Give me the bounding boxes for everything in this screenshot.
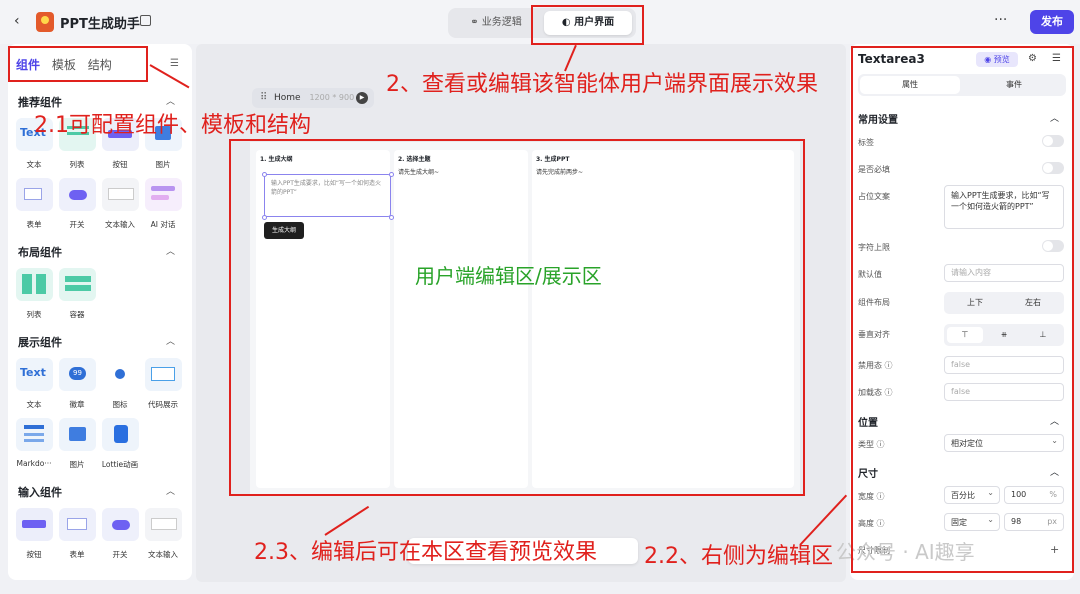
tile-label: 按钮 [26, 550, 42, 559]
annotation-preview: 2.3、编辑后可在本区查看预览效果 [254, 540, 597, 565]
chevron-up-icon[interactable]: ︿ [166, 334, 175, 347]
component-tile[interactable] [145, 178, 182, 211]
tile-label: 列表 [26, 310, 42, 319]
tile-label: 开关 [69, 220, 85, 229]
tile-label: 代码展示 [148, 400, 178, 409]
component-tile[interactable] [102, 418, 139, 451]
tab-business-logic[interactable]: ⚭ 业务逻辑 [452, 11, 540, 35]
app-title: PPT生成助手 [60, 17, 140, 32]
tab-label: 业务逻辑 [481, 17, 522, 28]
tile-label: 按钮 [112, 160, 128, 169]
app-logo [36, 12, 54, 32]
section-title: 展示组件 [18, 336, 62, 349]
tile-label: 文本 [26, 400, 42, 409]
component-tile[interactable] [16, 268, 53, 301]
annotation-view-ui: 2、查看或编辑该智能体用户端界面展示效果 [386, 72, 818, 97]
section-title: 布局组件 [18, 246, 62, 259]
page-name: Home [274, 93, 301, 103]
tile-label: 列表 [69, 160, 85, 169]
annotation-box-canvas [229, 139, 805, 496]
component-tile[interactable] [59, 178, 96, 211]
tile-label: 图片 [155, 160, 171, 169]
tile-label: 徽章 [69, 400, 85, 409]
tile-label: Markdo··· [16, 459, 52, 468]
component-tile[interactable] [16, 508, 53, 541]
tile-label: 表单 [26, 220, 42, 229]
component-tile[interactable] [16, 418, 53, 451]
component-tile[interactable]: Text [16, 358, 53, 391]
tile-label: 图标 [112, 400, 128, 409]
component-tile[interactable] [102, 358, 139, 391]
annotation-edit-area: 2.2、右侧为编辑区 [644, 544, 833, 569]
tile-label: Lottie动画 [101, 460, 139, 469]
tile-label: AI 对话 [150, 220, 176, 229]
component-tile[interactable] [59, 268, 96, 301]
tile-label: 表单 [69, 550, 85, 559]
edit-title-icon[interactable] [140, 15, 151, 26]
page-size: 1200 * 900 [309, 93, 355, 102]
component-tile[interactable] [145, 358, 182, 391]
chevron-up-icon[interactable]: ︿ [166, 94, 175, 107]
annotation-config: 2.1可配置组件、模板和结构 [34, 113, 311, 138]
tile-label: 容器 [69, 310, 85, 319]
drag-handle-icon[interactable]: ⠿ [260, 88, 267, 108]
publish-button[interactable]: 发布 [1030, 10, 1074, 34]
chevron-up-icon[interactable]: ︿ [166, 244, 175, 257]
tile-label: 文本 [26, 160, 42, 169]
tile-label: 文本输入 [148, 550, 178, 559]
annotation-box-ui-tab [531, 5, 644, 45]
annotation-box-right-panel [851, 46, 1074, 573]
section-title: 输入组件 [18, 486, 62, 499]
tile-label: 图片 [69, 460, 85, 469]
play-icon[interactable]: ▶ [356, 92, 368, 104]
tile-label: 文本输入 [105, 220, 135, 229]
back-icon[interactable]: ‹ [14, 14, 28, 28]
nodes-icon: ⚭ [470, 17, 482, 28]
component-tile[interactable] [59, 418, 96, 451]
component-tile[interactable]: 99 [59, 358, 96, 391]
component-tile[interactable] [102, 508, 139, 541]
chevron-up-icon[interactable]: ︿ [166, 484, 175, 497]
collapse-panel-icon[interactable]: ☰ [170, 58, 179, 69]
component-tile[interactable] [59, 508, 96, 541]
tile-label: 开关 [112, 550, 128, 559]
annotation-box-left-tabs [8, 46, 148, 82]
component-tile[interactable] [16, 178, 53, 211]
component-tile[interactable] [102, 178, 139, 211]
more-icon[interactable]: ··· [994, 12, 1007, 28]
page-selector[interactable]: ⠿ Home 1200 * 900 ▶ [252, 88, 374, 108]
component-tile[interactable] [145, 508, 182, 541]
